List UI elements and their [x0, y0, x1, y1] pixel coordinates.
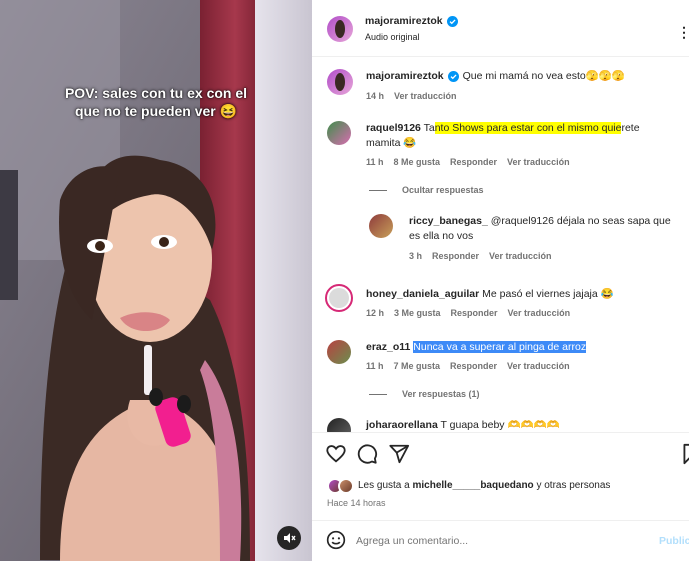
comment-time[interactable]: 11 h — [366, 361, 384, 371]
comment-body: T guapa beby 🫶🫶🫶🫶 — [440, 419, 560, 431]
reply-text: riccy_banegas_ @raquel9126 déjala no sea… — [409, 214, 677, 244]
caption-username[interactable]: majoramireztok — [366, 69, 444, 84]
comment-reply-button[interactable]: Responder — [450, 361, 497, 371]
mute-button[interactable] — [277, 526, 301, 550]
author-header: majoramireztok — [365, 15, 458, 27]
video-caption: POV: sales con tu ex con el que no te pu… — [40, 84, 272, 120]
comment-time[interactable]: 12 h — [366, 308, 384, 318]
post-timestamp[interactable]: Hace 14 horas — [327, 498, 386, 508]
comment-username[interactable]: joharaorellana — [366, 419, 438, 431]
hide-replies-button[interactable]: Ocultar respuestas — [402, 185, 484, 195]
composer-divider — [312, 520, 689, 521]
comment-time[interactable]: 11 h — [366, 157, 384, 167]
comment-avatar[interactable] — [327, 418, 351, 432]
comment-likes[interactable]: 3 Me gusta — [394, 308, 441, 318]
comment-text: raquel9126 Tanto Shows para estar con el… — [366, 121, 676, 151]
reply-meta: 3 h Responder Ver traducción — [409, 251, 552, 261]
comments-list[interactable]: majoramireztok Que mi mamá no vea esto🫣🫣… — [312, 57, 689, 432]
reply-translate[interactable]: Ver traducción — [489, 251, 552, 261]
likes-summary: Les gusta a michelle_____baquedano y otr… — [358, 480, 610, 491]
comment-icon[interactable] — [356, 443, 378, 465]
post-panel: majoramireztok Audio original ⋮ majorami… — [312, 0, 689, 561]
comment-avatar[interactable] — [327, 340, 351, 364]
caption-time[interactable]: 14 h — [366, 91, 384, 101]
replies-divider — [369, 394, 387, 395]
actions-divider — [312, 432, 689, 433]
heart-icon[interactable] — [325, 443, 347, 465]
comment-reply-button[interactable]: Responder — [450, 157, 497, 167]
author-username[interactable]: majoramireztok — [365, 15, 443, 27]
verified-badge-icon — [447, 71, 459, 82]
comment-avatar[interactable] — [327, 121, 351, 145]
caption-avatar[interactable] — [327, 69, 353, 95]
comment-meta: 12 h 3 Me gusta Responder Ver traducción — [366, 308, 570, 318]
comment-username[interactable]: raquel9126 — [366, 122, 421, 134]
comment-translate[interactable]: Ver traducción — [508, 308, 571, 318]
comment-text: honey_daniela_aguilar Me pasó el viernes… — [366, 287, 676, 302]
comment-text-start: Ta — [423, 122, 435, 134]
likes-prefix: Les gusta a — [358, 480, 410, 491]
share-icon[interactable] — [388, 443, 410, 465]
video-caption-line-1: POV: sales con tu ex con el — [64, 85, 248, 101]
view-replies-label[interactable]: Ver respuestas (1) — [402, 389, 480, 399]
verified-badge-icon — [446, 15, 458, 27]
reel-video[interactable]: POV: sales con tu ex con el que no te pu… — [0, 0, 312, 561]
reply-reply-button[interactable]: Responder — [432, 251, 479, 261]
likes-user[interactable]: michelle_____baquedano — [413, 480, 534, 491]
likes-suffix: y otras personas — [536, 480, 611, 491]
comment-avatar[interactable] — [325, 284, 353, 312]
comment-translate[interactable]: Ver traducción — [507, 157, 570, 167]
comment-text: eraz_o11 Nunca va a superar al pinga de … — [366, 340, 676, 355]
comment-body: Me pasó el viernes jajaja 😂 — [482, 288, 614, 300]
emoji-icon[interactable] — [326, 530, 346, 550]
reply-username[interactable]: riccy_banegas_ — [409, 215, 488, 227]
caption-text: majoramireztok Que mi mamá no vea esto🫣🫣… — [366, 69, 676, 84]
more-options-icon[interactable]: ⋮ — [677, 24, 689, 41]
comment-likes[interactable]: 8 Me gusta — [394, 157, 441, 167]
caption-body: Que mi mamá no vea esto🫣🫣🫣 — [462, 70, 625, 82]
comment-meta: 11 h 7 Me gusta Responder Ver traducción — [366, 361, 570, 371]
comment-username[interactable]: eraz_o11 — [366, 341, 410, 353]
comment-username[interactable]: honey_daniela_aguilar — [366, 288, 479, 300]
comment-text-highlighted: nto Shows para estar con el mismo quie — [434, 122, 622, 134]
bookmark-icon[interactable] — [682, 443, 689, 465]
comment-translate[interactable]: Ver traducción — [507, 361, 570, 371]
hide-replies-label[interactable]: Ocultar respuestas — [402, 185, 484, 195]
post-comment-button[interactable]: Publicar — [659, 535, 689, 547]
comment-input[interactable] — [356, 532, 646, 550]
author-avatar[interactable] — [327, 16, 353, 42]
liker-avatar[interactable] — [338, 478, 354, 494]
replies-divider — [369, 190, 387, 191]
comment-meta: 11 h 8 Me gusta Responder Ver traducción — [366, 157, 570, 167]
comment-text-highlighted: Nunca va a superar al pinga de arroz — [413, 341, 587, 353]
reply-time[interactable]: 3 h — [409, 251, 422, 261]
caption-meta: 14 h Ver traducción — [366, 91, 457, 101]
reply-avatar[interactable] — [369, 214, 393, 238]
comment-text: joharaorellana T guapa beby 🫶🫶🫶🫶 — [366, 418, 676, 432]
view-replies-button[interactable]: Ver respuestas (1) — [402, 389, 480, 399]
speaker-muted-icon — [284, 533, 296, 543]
caption-translate[interactable]: Ver traducción — [394, 91, 457, 101]
comment-reply-button[interactable]: Responder — [451, 308, 498, 318]
audio-label[interactable]: Audio original — [365, 32, 420, 42]
video-caption-line-2: que no te pueden ver 😆 — [74, 103, 238, 119]
comment-likes[interactable]: 7 Me gusta — [394, 361, 441, 371]
